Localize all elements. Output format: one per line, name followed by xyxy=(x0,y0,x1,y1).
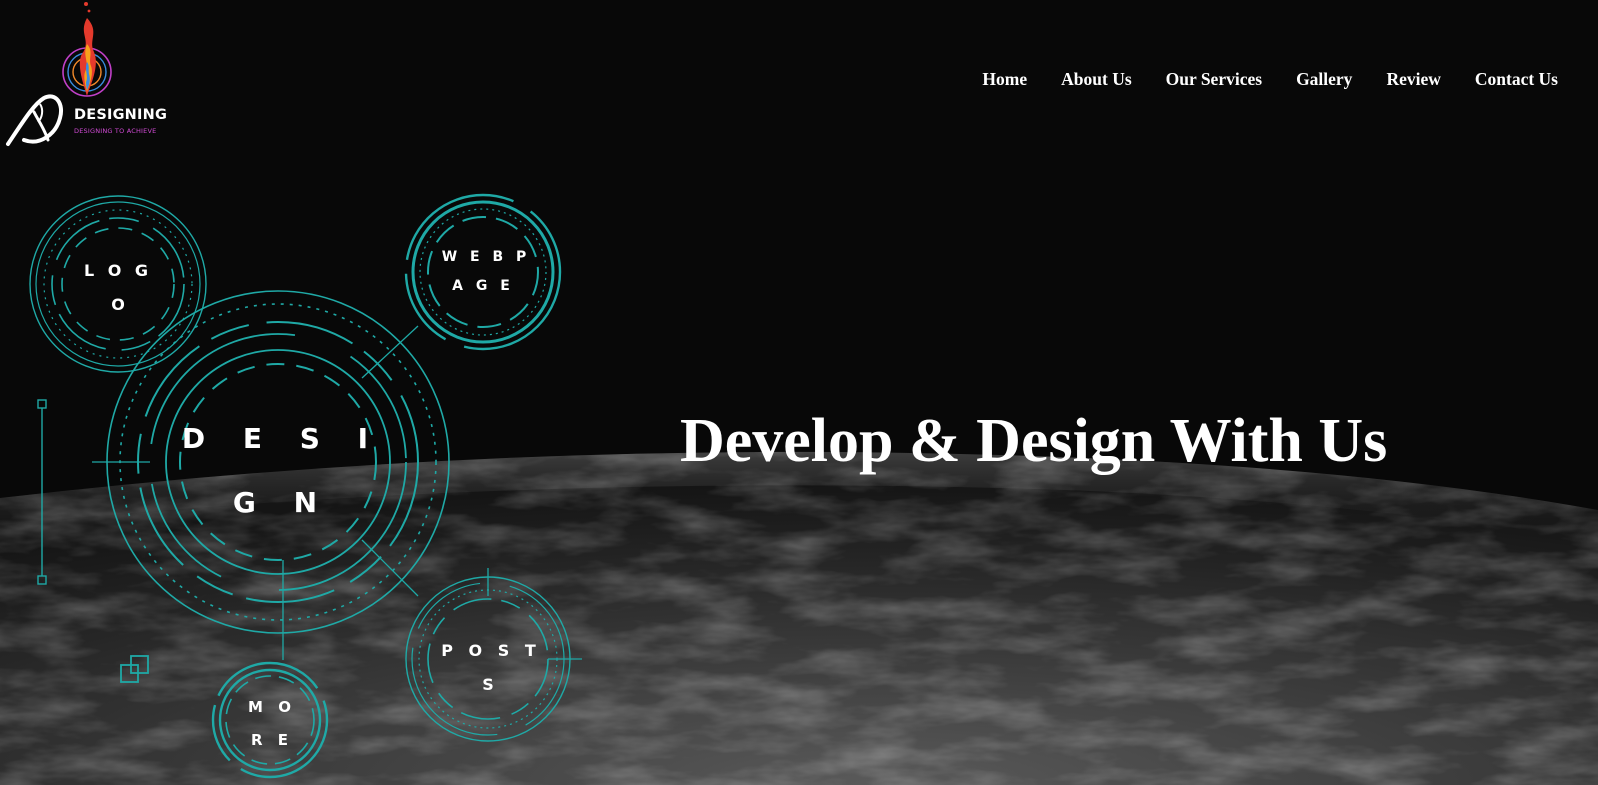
design-circle[interactable] xyxy=(106,290,450,634)
more-circle[interactable] xyxy=(211,661,329,779)
posts-label-line1: P O S T xyxy=(441,641,540,660)
nav-home[interactable]: Home xyxy=(982,69,1027,90)
nav-our-services[interactable]: Our Services xyxy=(1166,69,1262,90)
nav-about-us[interactable]: About Us xyxy=(1061,69,1132,90)
vertical-slider-icon[interactable] xyxy=(37,399,47,585)
posts-label-line2: S xyxy=(482,675,494,694)
design-label-line2: G N xyxy=(233,486,331,519)
main-nav: Home About Us Our Services Gallery Revie… xyxy=(982,69,1558,90)
more-label-line1: M O xyxy=(248,698,296,716)
logo-label-line2: O xyxy=(111,295,125,314)
logo-circle[interactable] xyxy=(29,195,207,373)
nav-gallery[interactable]: Gallery xyxy=(1296,69,1352,90)
webpage-label-line1: W E B P xyxy=(442,249,531,265)
more-label-line2: R E xyxy=(251,731,293,749)
webpage-circle[interactable] xyxy=(404,193,562,351)
design-label-line1: D E S I xyxy=(182,422,382,455)
nav-review[interactable]: Review xyxy=(1386,69,1440,90)
overlapping-squares-icon xyxy=(120,655,149,683)
webpage-label-line2: A G E xyxy=(452,278,514,294)
hud-circles-graphic: L O G O W E B P A G E D E S I G N P O S … xyxy=(29,193,582,779)
nav-contact-us[interactable]: Contact Us xyxy=(1475,69,1558,90)
logo-label-line1: L O G xyxy=(84,261,152,280)
hero-title: Develop & Design With Us xyxy=(680,407,1388,475)
